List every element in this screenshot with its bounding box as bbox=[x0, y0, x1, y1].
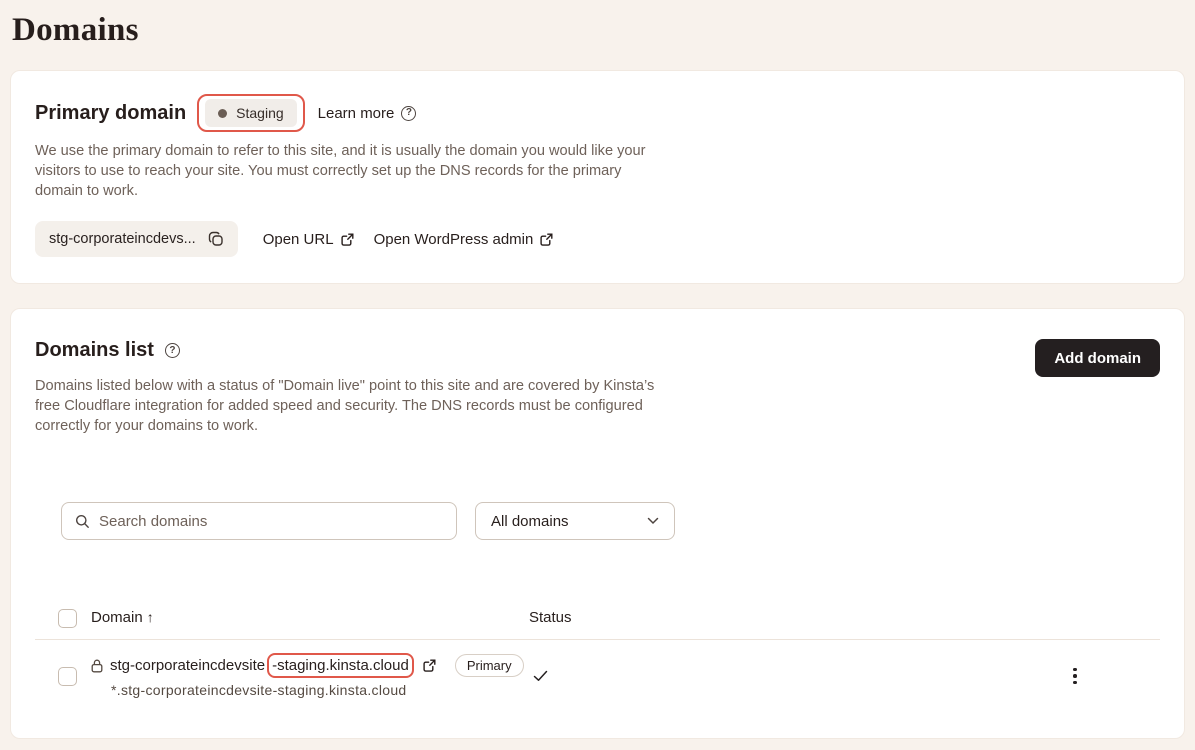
primary-domain-title: Primary domain bbox=[35, 102, 186, 125]
domain-name-highlight-text: -staging.kinsta.cloud bbox=[272, 657, 409, 674]
external-link-icon bbox=[423, 659, 436, 672]
domains-list-card: Domains list Domains listed below with a… bbox=[10, 308, 1185, 739]
help-icon bbox=[401, 106, 416, 121]
status-column-label: Status bbox=[529, 609, 572, 626]
domains-table-header: Domain↑ Status bbox=[35, 597, 1160, 640]
staging-badge-label: Staging bbox=[236, 105, 283, 121]
status-column-header: Status bbox=[529, 609, 1065, 627]
open-url-label: Open URL bbox=[263, 231, 334, 248]
domain-primary-line: stg-corporateincdevsite -staging.kinsta.c… bbox=[91, 654, 529, 677]
copy-icon[interactable] bbox=[208, 231, 224, 247]
domains-list-title: Domains list bbox=[35, 339, 154, 362]
open-url-link[interactable]: Open URL bbox=[263, 231, 354, 248]
open-domain-link[interactable] bbox=[423, 659, 436, 672]
learn-more-link[interactable]: Learn more bbox=[318, 105, 417, 122]
primary-domain-description: We use the primary domain to refer to th… bbox=[35, 141, 670, 201]
domain-filter-selected-value: All domains bbox=[491, 513, 569, 530]
domain-column-label: Domain bbox=[91, 609, 143, 626]
domain-name-highlight: -staging.kinsta.cloud bbox=[272, 657, 409, 674]
row-checkbox[interactable] bbox=[58, 667, 77, 686]
add-domain-button[interactable]: Add domain bbox=[1035, 339, 1160, 377]
domains-list-header: Domains list Domains listed below with a… bbox=[35, 339, 1160, 436]
check-icon bbox=[533, 670, 1065, 682]
search-icon bbox=[75, 514, 90, 529]
lock-icon bbox=[91, 659, 103, 673]
learn-more-label: Learn more bbox=[318, 105, 395, 122]
help-icon[interactable] bbox=[165, 343, 180, 358]
search-domains-input[interactable] bbox=[99, 513, 443, 530]
domains-list-header-left: Domains list Domains listed below with a… bbox=[35, 339, 670, 436]
kebab-menu-button[interactable] bbox=[1067, 664, 1083, 689]
primary-domain-actions: stg-corporateincdevs... Open URL Open Wo… bbox=[35, 221, 1160, 257]
open-wordpress-admin-link[interactable]: Open WordPress admin bbox=[374, 231, 554, 248]
domains-list-title-row: Domains list bbox=[35, 339, 670, 362]
external-link-icon bbox=[341, 233, 354, 246]
domains-list-description: Domains listed below with a status of "D… bbox=[35, 376, 670, 436]
domain-name-prefix: stg-corporateincdevsite bbox=[110, 657, 265, 674]
table-row: stg-corporateincdevsite -staging.kinsta.c… bbox=[35, 640, 1160, 716]
staging-badge: Staging bbox=[205, 99, 296, 127]
row-actions bbox=[1065, 664, 1085, 689]
primary-domain-header: Primary domain Staging Learn more bbox=[35, 99, 1160, 127]
domains-table: Domain↑ Status bbox=[35, 597, 1160, 716]
domain-cell: stg-corporateincdevsite -staging.kinsta.c… bbox=[91, 654, 529, 698]
search-domains-box[interactable] bbox=[61, 502, 457, 540]
wildcard-domain: *.stg-corporateincdevsite-staging.kinsta… bbox=[111, 682, 529, 698]
external-link-icon bbox=[540, 233, 553, 246]
table-controls: All domains bbox=[61, 502, 1160, 540]
primary-domain-card: Primary domain Staging Learn more We use… bbox=[10, 70, 1185, 284]
staging-dot-icon bbox=[218, 109, 227, 118]
select-all-checkbox[interactable] bbox=[58, 609, 77, 628]
domains-page: Domains Primary domain Staging Learn mor… bbox=[10, 12, 1185, 739]
primary-badge: Primary bbox=[455, 654, 524, 677]
primary-domain-chip-value: stg-corporateincdevs... bbox=[49, 231, 196, 247]
page-title: Domains bbox=[12, 12, 1185, 49]
domain-column-header[interactable]: Domain↑ bbox=[91, 609, 529, 627]
open-wordpress-admin-label: Open WordPress admin bbox=[374, 231, 534, 248]
chevron-down-icon bbox=[647, 517, 659, 525]
status-cell bbox=[529, 670, 1065, 682]
domain-filter-select[interactable]: All domains bbox=[475, 502, 675, 540]
sort-ascending-icon: ↑ bbox=[147, 609, 154, 625]
primary-domain-chip[interactable]: stg-corporateincdevs... bbox=[35, 221, 238, 257]
